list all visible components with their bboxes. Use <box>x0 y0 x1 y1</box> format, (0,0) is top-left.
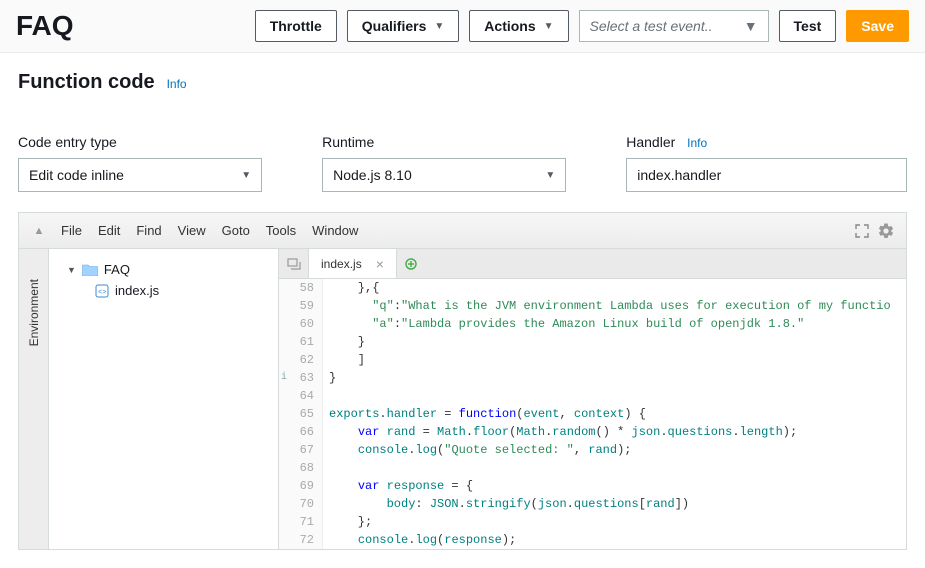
code-line[interactable]: console.log("Quote selected: ", rand); <box>329 441 906 459</box>
menubar-item-find[interactable]: Find <box>136 223 161 238</box>
line-number: 71 <box>279 513 314 531</box>
code-line[interactable]: console.log(response); <box>329 531 906 549</box>
code-line[interactable]: }; <box>329 513 906 531</box>
code-line[interactable]: } <box>329 333 906 351</box>
code-content[interactable]: 585960616263i6465666768697071727374 },{ … <box>279 279 906 549</box>
test-event-placeholder: Select a test event.. <box>590 18 713 34</box>
close-icon[interactable]: × <box>376 256 384 272</box>
new-tab-button[interactable] <box>397 249 425 278</box>
menubar-item-view[interactable]: View <box>178 223 206 238</box>
tab-stack-icon[interactable] <box>279 249 309 278</box>
code-line[interactable]: "q":"What is the JVM environment Lambda … <box>329 297 906 315</box>
chevron-down-icon: ▼ <box>67 265 76 275</box>
chevron-down-icon: ▼ <box>744 18 758 34</box>
line-number: 66 <box>279 423 314 441</box>
collapse-toggle-icon[interactable]: ▲ <box>27 225 51 237</box>
menubar-item-goto[interactable]: Goto <box>222 223 250 238</box>
test-label: Test <box>794 18 822 34</box>
tree-file-label: index.js <box>115 283 159 298</box>
line-number: 61 <box>279 333 314 351</box>
line-number: 59 <box>279 297 314 315</box>
runtime-select[interactable]: Node.js 8.10 ▼ <box>322 158 566 192</box>
throttle-label: Throttle <box>270 18 322 34</box>
line-number: 72 <box>279 531 314 549</box>
chevron-down-icon: ▼ <box>545 170 555 181</box>
info-marker-icon: i <box>281 369 287 387</box>
chevron-down-icon: ▼ <box>241 170 251 181</box>
menubar-item-file[interactable]: File <box>61 223 82 238</box>
test-button[interactable]: Test <box>779 10 837 42</box>
handler-input[interactable]: index.handler <box>626 158 907 192</box>
fullscreen-icon[interactable] <box>850 219 874 243</box>
handler-label-text: Handler <box>626 134 675 150</box>
menubar-item-edit[interactable]: Edit <box>98 223 120 238</box>
handler-info-link[interactable]: Info <box>687 136 707 150</box>
tab-label: index.js <box>321 257 362 271</box>
code-line[interactable]: var response = { <box>329 477 906 495</box>
test-event-select[interactable]: Select a test event.. ▼ <box>579 10 769 42</box>
code-line[interactable]: var rand = Math.floor(Math.random() * js… <box>329 423 906 441</box>
qualifiers-dropdown[interactable]: Qualifiers ▼ <box>347 10 460 42</box>
code-line[interactable] <box>329 387 906 405</box>
line-number: 60 <box>279 315 314 333</box>
line-number: 68 <box>279 459 314 477</box>
tab-index-js[interactable]: index.js × <box>309 249 397 278</box>
actions-label: Actions <box>484 18 535 34</box>
line-number: 62 <box>279 351 314 369</box>
code-entry-type-label: Code entry type <box>18 134 262 150</box>
qualifiers-label: Qualifiers <box>362 18 427 34</box>
actions-dropdown[interactable]: Actions ▼ <box>469 10 568 42</box>
section-title: Function code <box>18 71 155 94</box>
tree-folder-root[interactable]: ▼ FAQ <box>57 259 270 280</box>
menubar-item-tools[interactable]: Tools <box>266 223 296 238</box>
page-title: FAQ <box>16 10 74 42</box>
line-number: 58 <box>279 279 314 297</box>
throttle-button[interactable]: Throttle <box>255 10 337 42</box>
code-line[interactable]: },{ <box>329 279 906 297</box>
runtime-label: Runtime <box>322 134 566 150</box>
menubar-item-window[interactable]: Window <box>312 223 358 238</box>
info-link[interactable]: Info <box>167 77 187 91</box>
tree-file-item[interactable]: <> index.js <box>57 280 270 301</box>
line-number: 63i <box>279 369 314 387</box>
line-number: 67 <box>279 441 314 459</box>
line-number: 64 <box>279 387 314 405</box>
code-line[interactable]: body: JSON.stringify(json.questions[rand… <box>329 495 906 513</box>
gear-icon[interactable] <box>874 219 898 243</box>
handler-value: index.handler <box>637 167 721 183</box>
chevron-down-icon: ▼ <box>544 21 554 32</box>
js-file-icon: <> <box>95 284 109 298</box>
code-line[interactable]: ] <box>329 351 906 369</box>
code-line[interactable]: } <box>329 369 906 387</box>
handler-label: Handler Info <box>626 134 907 150</box>
svg-text:<>: <> <box>98 289 106 297</box>
line-number: 69 <box>279 477 314 495</box>
tree-folder-label: FAQ <box>104 262 130 277</box>
code-line[interactable]: exports.handler = function(event, contex… <box>329 405 906 423</box>
code-line[interactable] <box>329 459 906 477</box>
save-label: Save <box>861 18 894 34</box>
save-button[interactable]: Save <box>846 10 909 42</box>
line-number: 70 <box>279 495 314 513</box>
code-entry-type-value: Edit code inline <box>29 167 124 183</box>
code-entry-type-select[interactable]: Edit code inline ▼ <box>18 158 262 192</box>
file-tree: ▼ FAQ <> index.js <box>49 249 279 549</box>
runtime-value: Node.js 8.10 <box>333 167 412 183</box>
environment-sidebar-label[interactable]: Environment <box>27 279 41 346</box>
chevron-down-icon: ▼ <box>434 21 444 32</box>
line-number: 65 <box>279 405 314 423</box>
code-line[interactable]: "a":"Lambda provides the Amazon Linux bu… <box>329 315 906 333</box>
code-editor: ▲ File Edit Find View Goto Tools Window Enviro… <box>18 212 907 550</box>
folder-icon <box>82 263 98 276</box>
